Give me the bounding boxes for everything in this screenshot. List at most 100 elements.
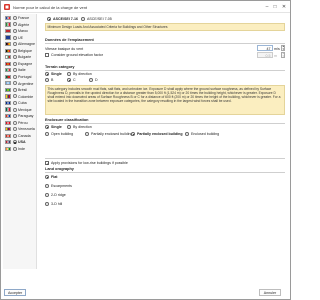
country-radio[interactable] xyxy=(12,87,17,92)
flag-icon xyxy=(5,107,11,112)
standard-radio-asce705[interactable] xyxy=(81,17,86,22)
country-radio[interactable] xyxy=(12,127,17,132)
enclosed-building-radio[interactable] xyxy=(185,132,190,137)
close-icon[interactable]: ✕ xyxy=(280,3,288,11)
country-item[interactable]: Brésil xyxy=(5,87,37,93)
country-radio[interactable] xyxy=(12,55,17,60)
country-item[interactable]: Italie xyxy=(5,67,37,73)
country-item[interactable]: Venezuela xyxy=(5,126,37,132)
terrain-by-direction-label: By direction xyxy=(73,72,92,77)
flag-icon xyxy=(5,127,11,132)
ke-input[interactable]: 0.5 xyxy=(257,52,273,58)
exposure-d-radio[interactable] xyxy=(89,78,94,83)
partially-enclosed-label-1: Partially enclosed building xyxy=(91,132,133,137)
wind-speed-input[interactable]: 47 xyxy=(257,45,273,51)
country-item[interactable]: Belgique xyxy=(5,48,37,54)
country-item[interactable]: Algérie xyxy=(5,22,37,28)
cancel-button[interactable]: Annuler xyxy=(259,289,281,296)
country-item[interactable]: UE xyxy=(5,35,37,41)
exposure-b-radio[interactable] xyxy=(45,78,50,83)
country-radio[interactable] xyxy=(12,28,17,33)
exposure-d-label: D xyxy=(95,78,98,83)
settings-panel: ASCE/SEI 7-16 ASCE/SEI 7-05 Minimum Desi… xyxy=(39,14,291,271)
country-item[interactable]: Maroc xyxy=(5,28,37,34)
partially-enclosed-radio-1[interactable] xyxy=(85,132,90,137)
country-item[interactable]: Portugal xyxy=(5,74,37,80)
country-name: Belgique xyxy=(18,48,32,53)
exposure-c-radio[interactable] xyxy=(67,78,72,83)
flag-icon xyxy=(5,74,11,79)
country-radio[interactable] xyxy=(12,120,17,125)
exposure-description: This category includes smooth mud flats,… xyxy=(45,84,285,115)
country-radio[interactable] xyxy=(12,42,17,47)
country-item[interactable]: USA xyxy=(5,139,37,145)
country-radio[interactable] xyxy=(12,133,17,138)
country-item[interactable]: Allemagne xyxy=(5,41,37,47)
window-title: Norme pour le calcul de la charge de ven… xyxy=(13,4,88,10)
country-radio[interactable] xyxy=(12,22,17,27)
country-radio[interactable] xyxy=(12,48,17,53)
maximize-icon[interactable]: □ xyxy=(271,3,279,11)
country-radio[interactable] xyxy=(12,146,17,151)
topography-group: Land orography Flat Escarpments 2-D ridg… xyxy=(43,167,287,227)
minimize-icon[interactable]: – xyxy=(263,3,271,11)
app-icon xyxy=(4,4,10,10)
country-name: Mexique xyxy=(18,107,32,112)
standard-radio-asce716[interactable] xyxy=(47,17,52,22)
country-radio[interactable] xyxy=(12,68,17,73)
topography-flat-radio[interactable] xyxy=(45,175,50,180)
standard-group: ASCE/SEI 7-16 ASCE/SEI 7-05 Minimum Desi… xyxy=(43,16,287,40)
topography-escarpments-label: Escarpments xyxy=(51,184,72,189)
divider xyxy=(45,158,285,159)
exposure-b-label: B xyxy=(51,78,54,83)
enclosed-building-label: Enclosed building xyxy=(191,132,220,137)
country-radio[interactable] xyxy=(12,35,17,40)
terrain-single-radio[interactable] xyxy=(45,72,50,77)
country-item[interactable]: Paraguay xyxy=(5,113,37,119)
topography-3d-hill-radio[interactable] xyxy=(45,202,50,207)
country-item[interactable]: Canada xyxy=(5,133,37,139)
enclosure-single-radio[interactable] xyxy=(45,125,50,130)
country-radio[interactable] xyxy=(12,94,17,99)
flag-icon xyxy=(5,114,11,119)
country-item[interactable]: Colombie xyxy=(5,94,37,100)
open-building-label: Open building xyxy=(51,132,74,137)
country-item[interactable]: Argentine xyxy=(5,81,37,87)
country-radio[interactable] xyxy=(12,74,17,79)
country-radio[interactable] xyxy=(12,101,17,106)
flag-icon xyxy=(5,15,11,20)
divider xyxy=(45,123,285,124)
accept-button[interactable]: Accepter xyxy=(4,289,26,296)
country-item[interactable]: Inde xyxy=(5,146,37,152)
country-item[interactable]: France xyxy=(5,15,37,21)
country-name: Inde xyxy=(18,147,25,151)
terrain-single-label: Single xyxy=(51,72,62,77)
flag-icon xyxy=(5,55,11,60)
country-item[interactable]: Mexique xyxy=(5,107,37,113)
low-rise-checkbox[interactable] xyxy=(45,161,50,166)
country-radio[interactable] xyxy=(12,81,17,86)
ke-spinner[interactable]: ▲ ▼ xyxy=(281,52,285,58)
country-item[interactable]: Bulgarie xyxy=(5,54,37,60)
flag-icon xyxy=(5,120,11,125)
country-name: Espagne xyxy=(18,61,33,66)
flag-icon xyxy=(5,94,11,99)
topography-escarpments-radio[interactable] xyxy=(45,184,50,189)
country-radio[interactable] xyxy=(12,114,17,119)
partially-enclosed-radio-2[interactable] xyxy=(131,132,136,137)
country-radio[interactable] xyxy=(12,15,17,20)
country-item[interactable]: Cuba xyxy=(5,100,37,106)
topography-header: Land orography xyxy=(45,167,74,171)
open-building-radio[interactable] xyxy=(45,132,50,137)
country-radio[interactable] xyxy=(12,61,17,66)
ground-elevation-label: Consider ground elevation factor xyxy=(51,53,103,58)
country-item[interactable]: Espagne xyxy=(5,61,37,67)
topography-2d-ridge-radio[interactable] xyxy=(45,193,50,198)
country-radio[interactable] xyxy=(12,107,17,112)
enclosure-by-direction-radio[interactable] xyxy=(67,125,72,130)
country-item[interactable]: Pérou xyxy=(5,120,37,126)
country-radio[interactable] xyxy=(12,140,17,145)
terrain-by-direction-radio[interactable] xyxy=(67,72,72,77)
ground-elevation-checkbox[interactable] xyxy=(45,53,50,58)
wind-speed-spinner[interactable]: ▲ ▼ xyxy=(281,45,285,51)
